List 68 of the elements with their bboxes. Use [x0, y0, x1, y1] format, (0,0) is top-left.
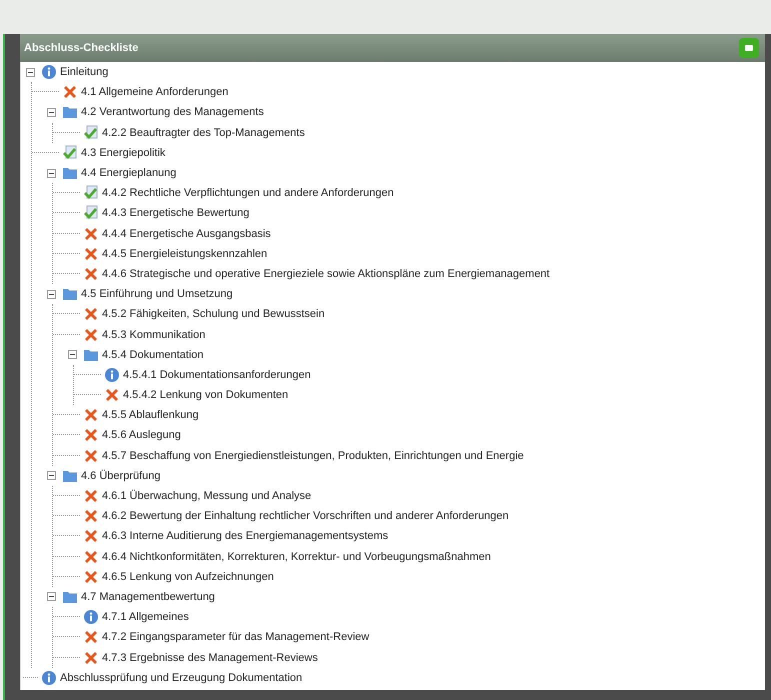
folder-icon [62, 286, 78, 302]
tree-item[interactable]: 4.7 Managementbewertung [81, 590, 215, 603]
cross-icon [83, 306, 99, 322]
cross-icon [83, 528, 99, 544]
info-icon [83, 609, 99, 626]
collapse-toggle[interactable] [47, 290, 56, 299]
tree-item[interactable]: 4.7.3 Ergebnisse des Management-Reviews [102, 652, 318, 664]
cross-icon [83, 448, 99, 464]
cross-icon [83, 266, 99, 282]
cross-icon [83, 568, 99, 585]
tree-item[interactable]: 4.4.6 Strategische und operative Energieziele sowie Aktionspläne zum Energiemanagement [102, 268, 550, 280]
tree-item[interactable]: 4.7.1 Allgemeines [102, 611, 189, 624]
tree-item[interactable]: 4.2 Verantwortung des Managements [81, 106, 264, 118]
tree-item[interactable]: 4.6 Überprüfung [81, 470, 160, 482]
cross-icon [83, 246, 99, 262]
tree-item[interactable]: 4.6.2 Bewertung der Einhaltung rechtlicher Vorschriften und anderer Anforderungen [102, 510, 509, 522]
tree-item[interactable]: 4.6.3 Interne Auditierung des Energiemanagementsystems [102, 530, 388, 542]
tree-item[interactable]: 4.3 Energiepolitik [81, 146, 166, 159]
collapse-toggle[interactable] [47, 471, 56, 480]
cross-icon [83, 629, 99, 646]
folder-icon [62, 165, 78, 182]
tree-item[interactable]: 4.5.4.1 Dokumentationsanforderungen [123, 368, 311, 381]
tree-item[interactable]: 4.5.4 Dokumentation [102, 348, 204, 361]
tree-item[interactable]: 4.4.3 Energetische Bewertung [102, 207, 250, 220]
header-button[interactable] [739, 38, 759, 58]
collapse-toggle[interactable] [47, 592, 56, 602]
check-icon [62, 144, 78, 161]
tree-item[interactable]: 4.5.3 Kommunikation [102, 328, 206, 341]
tree-item[interactable]: 4.6.5 Lenkung von Aufzeichnungen [102, 570, 274, 583]
check-icon [83, 124, 99, 141]
tree-item[interactable]: 4.4.2 Rechtliche Verpflichtungen und andere Anforderungen [102, 187, 394, 200]
folder-icon [62, 104, 78, 120]
check-icon [83, 205, 99, 222]
cross-icon [83, 548, 99, 565]
info-icon [41, 670, 57, 686]
cross-icon [83, 650, 99, 666]
tree-item[interactable]: 4.4 Energieplanung [81, 167, 176, 180]
tree-item[interactable]: 4.1 Allgemeine Anforderungen [81, 86, 228, 98]
tree-item[interactable]: Einleitung [60, 66, 108, 78]
tree-item[interactable]: 4.4.5 Energieleistungskennzahlen [102, 248, 268, 260]
tree-item[interactable]: 4.5.6 Auslegung [102, 429, 181, 442]
tree-item[interactable]: Abschlussprüfung und Erzeugung Dokumentation [60, 672, 302, 684]
tree-item[interactable]: 4.5.5 Ablauflenkung [102, 409, 199, 422]
tree-item[interactable]: 4.6.4 Nichtkonformitäten, Korrekturen, Korrektur- und Vorbeugungsmaßnahmen [102, 550, 491, 563]
cross-icon [62, 84, 78, 100]
panel-title: Abschluss-Checkliste [24, 42, 138, 54]
collapse-toggle[interactable] [47, 108, 56, 117]
tree-item[interactable]: 4.7.2 Eingangsparameter für das Management-Review [102, 631, 370, 644]
check-icon [83, 185, 99, 202]
tree-item[interactable]: 4.2.2 Beauftragter des Top-Managements [102, 126, 305, 139]
cross-icon [83, 508, 99, 524]
cross-icon [83, 488, 99, 504]
tree-item[interactable]: 4.5.4.2 Lenkung von Dokumenten [123, 389, 288, 402]
collapse-toggle[interactable] [47, 168, 56, 178]
cross-icon [83, 226, 99, 242]
collapse-toggle[interactable] [26, 68, 35, 77]
info-icon [104, 366, 120, 383]
cross-icon [83, 427, 99, 444]
tree-item[interactable]: 4.5 Einführung und Umsetzung [81, 288, 233, 300]
cross-icon [83, 407, 99, 424]
cross-icon [104, 387, 120, 404]
tree-item[interactable]: 4.5.2 Fähigkeiten, Schulung und Bewusstsein [102, 308, 325, 320]
tree-item[interactable]: 4.4.4 Energetische Ausgangsbasis [102, 228, 271, 240]
collapse-toggle[interactable] [68, 350, 77, 360]
page-icon [744, 43, 754, 53]
tree-item[interactable]: 4.6.1 Überwachung, Messung und Analyse [102, 490, 312, 502]
cross-icon [83, 326, 99, 343]
tree-item[interactable]: 4.5.7 Beschaffung von Energiedienstleistungen, Produkten, Einrichtungen und Energie [102, 450, 524, 462]
